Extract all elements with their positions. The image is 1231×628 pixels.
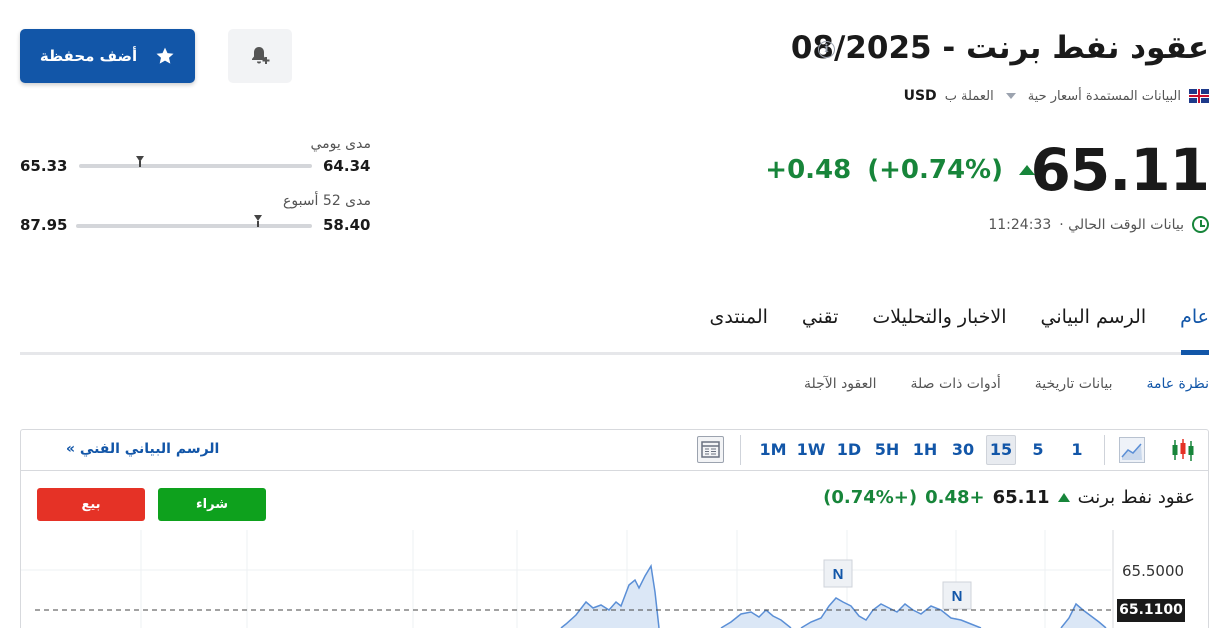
layout-icon[interactable] (697, 436, 724, 463)
time-label: بيانات الوقت الحالي · (1059, 216, 1184, 233)
tab-overview[interactable]: عام (1180, 306, 1209, 328)
arrow-up-icon (1057, 493, 1070, 502)
add-to-portfolio-label: أضف محفظة (39, 47, 138, 65)
price-change: +0.48 (+0.74%) (765, 155, 1035, 185)
price-area (1061, 604, 1106, 628)
timeframe-5[interactable]: 5 (1023, 439, 1053, 461)
price-chart-plot[interactable]: N N (21, 530, 1208, 628)
timeframe-1h[interactable]: 1H (910, 439, 940, 461)
chart-change-percent: (+0.74%) (823, 487, 918, 508)
toolbar-separator (740, 435, 741, 465)
technical-chart-link[interactable]: الرسم البياني الفني » (66, 441, 219, 457)
timeframe-5h[interactable]: 5H (872, 439, 902, 461)
active-tab-indicator (1181, 350, 1209, 355)
add-to-portfolio-button[interactable]: أضف محفظة (20, 29, 195, 83)
currency-value: USD (903, 88, 937, 104)
timeframe-15[interactable]: 15 (986, 435, 1016, 465)
news-marker-label: N (833, 566, 844, 583)
chart-instrument-name: عقود نفط برنت (1077, 487, 1195, 508)
subtab-overview[interactable]: نظرة عامة (1146, 376, 1209, 392)
week52-range-tick (256, 221, 259, 227)
daily-range-bar (79, 164, 312, 168)
daily-range-tick (138, 161, 141, 167)
subtab-futures-contracts[interactable]: العقود الآجلة (804, 376, 877, 392)
buy-button[interactable]: شراء (158, 488, 266, 521)
chart-gridlines (21, 530, 1111, 628)
tab-technical[interactable]: تقني (802, 306, 838, 328)
instrument-title: عقود نفط برنت - 08/2025 (790, 30, 1209, 66)
change-percent: (+0.74%) (867, 155, 1003, 185)
subtab-historical-data[interactable]: بيانات تاريخية (1035, 376, 1113, 392)
star-icon (156, 47, 174, 64)
y-axis-label: 65.5000 (1122, 562, 1185, 580)
toolbar-separator (1104, 435, 1105, 465)
daily-range-label: مدى يومي (310, 136, 371, 152)
quote-time-row: بيانات الوقت الحالي · 11:24:33 (988, 216, 1209, 233)
sub-tabs: نظرة عامة بيانات تاريخية أدوات ذات صلة ا… (804, 376, 1209, 392)
area-chart-icon[interactable] (1119, 437, 1145, 463)
news-marker-2: N (942, 581, 972, 610)
daily-range-low: 64.34 (323, 157, 371, 175)
instrument-meta-row: البيانات المستمدة أسعار حية العملة ب USD (904, 88, 1209, 104)
timeframe-1d[interactable]: 1D (834, 439, 864, 461)
chevron-down-icon[interactable] (1005, 93, 1016, 99)
candlestick-icon[interactable] (1170, 437, 1196, 463)
week52-range-high: 87.95 (20, 216, 68, 234)
change-value: +0.48 (765, 155, 852, 185)
arrow-up-icon (1019, 165, 1035, 175)
tab-chart[interactable]: الرسم البياني (1041, 306, 1147, 328)
week52-range-bar (76, 224, 312, 228)
tabs-divider (20, 352, 1209, 355)
timeframe-1[interactable]: 1 (1062, 439, 1092, 461)
tab-news-analysis[interactable]: الاخبار والتحليلات (872, 306, 1006, 328)
news-marker-1: N (823, 559, 853, 588)
main-tabs: عام الرسم البياني الاخبار والتحليلات تقن… (710, 306, 1209, 328)
currency-label: العملة ب (944, 88, 994, 104)
last-price: 65.11 (1030, 136, 1210, 204)
chart-change: +0.48 (925, 487, 985, 508)
timeframe-1w[interactable]: 1W (796, 439, 826, 461)
bell-plus-icon (252, 47, 270, 64)
info-icon[interactable]: i (818, 41, 835, 58)
daily-range-high: 65.33 (20, 157, 68, 175)
chart-price: 65.11 (992, 487, 1050, 508)
quote-time: 11:24:33 (988, 216, 1052, 233)
timeframe-30[interactable]: 30 (948, 439, 978, 461)
timeframe-1m[interactable]: 1M (758, 439, 788, 461)
uk-flag-icon (1189, 89, 1209, 103)
week52-range-low: 58.40 (323, 216, 371, 234)
clock-icon (1192, 216, 1209, 233)
tab-forum[interactable]: المنتدى (710, 306, 768, 328)
chart-instrument-header: عقود نفط برنت 65.11 +0.48 (+0.74%) (823, 487, 1195, 508)
week52-range-label: مدى 52 أسبوع (283, 193, 371, 209)
subtab-related-instruments[interactable]: أدوات ذات صلة (911, 376, 1001, 392)
news-marker-label: N (952, 588, 963, 605)
add-alert-button[interactable] (228, 29, 292, 83)
data-source-text: البيانات المستمدة أسعار حية (1027, 88, 1181, 104)
chart-toolbar-divider (21, 470, 1208, 471)
price-area (561, 566, 659, 628)
current-price-label: 65.1100 (1117, 599, 1185, 622)
sell-button[interactable]: بيع (37, 488, 145, 521)
